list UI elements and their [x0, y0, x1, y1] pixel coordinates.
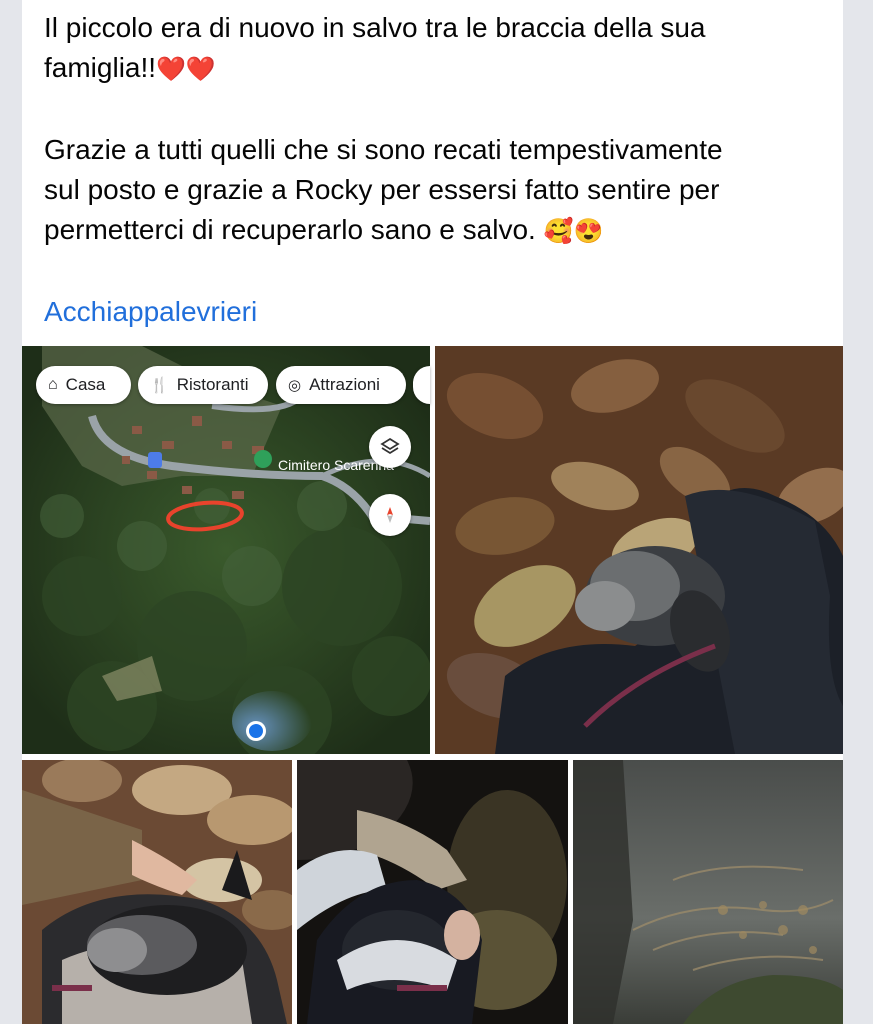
chip-casa[interactable]: ⌂ Casa	[36, 366, 131, 404]
compass-icon	[387, 507, 393, 523]
layers-button[interactable]	[369, 426, 411, 468]
post-line-text: sul posto e grazie a Rocky per essersi f…	[44, 174, 720, 205]
compass-button[interactable]	[369, 494, 411, 536]
chip-label: Casa	[65, 375, 106, 394]
photo-forest-night[interactable]	[573, 760, 843, 1024]
post-line-text: Il piccolo era di nuovo in salvo tra le …	[44, 12, 706, 43]
photo-dog-in-bag[interactable]	[22, 760, 292, 1024]
post-line-text: Grazie a tutti quelli che si sono recati…	[44, 134, 723, 165]
heart-emoji: ❤️❤️	[156, 56, 216, 83]
post-line-text: famiglia!!	[44, 52, 157, 83]
map-screenshot-photo[interactable]: Cimitero Scarenna	[22, 346, 430, 754]
rescuer-night-image	[297, 760, 568, 1024]
photo-rescuer-night[interactable]	[297, 760, 568, 1024]
hashtag-link[interactable]: Acchiappalevrieri	[44, 292, 257, 332]
restaurant-icon: 🍴	[150, 377, 169, 394]
satellite-map: Cimitero Scarenna	[22, 346, 430, 754]
photo-dog-on-leaves[interactable]	[435, 346, 843, 754]
post-line: Grazie a tutti quelli che si sono recati…	[44, 130, 834, 170]
post-line: sul posto e grazie a Rocky per essersi f…	[44, 170, 834, 210]
post-line-text: permetterci di recuperarlo sano e salvo.	[44, 214, 536, 245]
post-line: famiglia!!❤️❤️	[44, 48, 834, 90]
forest-night-image	[573, 760, 843, 1024]
attractions-icon: ◎	[288, 377, 302, 394]
dog-in-jacket-image	[435, 346, 843, 754]
dog-held-image	[22, 760, 292, 1024]
chip-attrazioni[interactable]: ◎ Attrazioni	[276, 366, 406, 404]
chip-label: Ristoranti	[176, 375, 249, 394]
post-text: Il piccolo era di nuovo in salvo tra le …	[44, 8, 834, 252]
post-line: Il piccolo era di nuovo in salvo tra le …	[44, 8, 834, 48]
chip-label: Attrazioni	[309, 375, 380, 394]
chip-ristoranti[interactable]: 🍴 Ristoranti	[138, 366, 268, 404]
post-line: permetterci di recuperarlo sano e salvo.…	[44, 210, 834, 252]
smile-emoji: 🥰😍	[543, 218, 604, 245]
home-icon: ⌂	[48, 376, 58, 393]
layers-icon	[380, 437, 400, 455]
